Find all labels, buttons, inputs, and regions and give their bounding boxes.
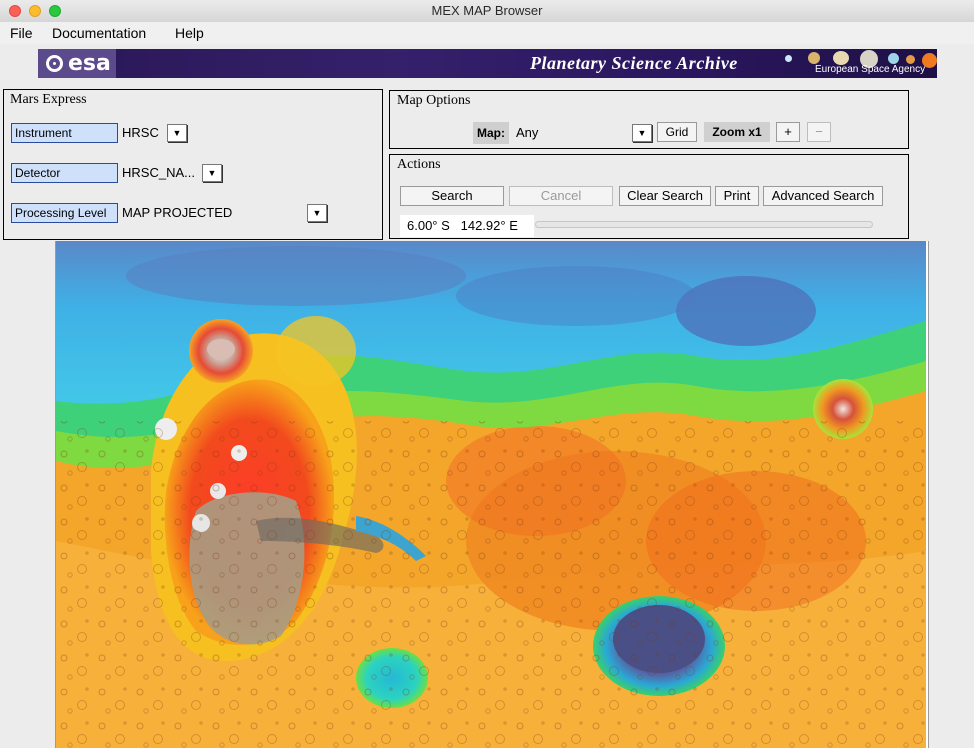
mission-panel-title: Mars Express xyxy=(10,92,87,107)
map-options-title: Map Options xyxy=(397,93,471,108)
menu-file[interactable]: File xyxy=(10,24,33,42)
planet-icon xyxy=(906,55,915,64)
tempe-terra xyxy=(276,316,356,386)
crater-texture xyxy=(56,421,926,748)
zoom-out-button[interactable]: − xyxy=(807,122,831,142)
instrument-label: Instrument xyxy=(11,123,118,143)
zoom-level-button[interactable]: Zoom x1 xyxy=(704,122,770,142)
coordinates-readout: 6.00° S 142.92° E xyxy=(400,215,534,237)
minimize-window-icon[interactable] xyxy=(29,5,41,17)
actions-title: Actions xyxy=(397,157,441,172)
polar-lowland xyxy=(126,246,466,306)
menu-documentation[interactable]: Documentation xyxy=(52,24,146,42)
window-title: MEX MAP Browser xyxy=(431,3,543,18)
instrument-value[interactable]: HRSC xyxy=(122,123,159,143)
esa-logo-text: esa xyxy=(68,51,111,76)
search-button[interactable]: Search xyxy=(400,186,504,206)
menu-bar: File Documentation Help xyxy=(0,22,974,44)
maximize-window-icon[interactable] xyxy=(49,5,61,17)
menu-help[interactable]: Help xyxy=(175,24,204,42)
cancel-button[interactable]: Cancel xyxy=(509,186,613,206)
utopia-basin xyxy=(676,276,816,346)
processing-level-dropdown-button[interactable]: ▼ xyxy=(307,204,327,222)
esa-logo: esa xyxy=(38,49,116,78)
detector-label: Detector xyxy=(11,163,118,183)
print-button[interactable]: Print xyxy=(715,186,759,206)
zoom-in-button[interactable]: + xyxy=(776,122,800,142)
triangle-down-icon: ▼ xyxy=(207,168,217,178)
progress-bar xyxy=(535,221,873,228)
instrument-dropdown-button[interactable]: ▼ xyxy=(167,124,187,142)
grid-button[interactable]: Grid xyxy=(657,122,697,142)
planet-icon xyxy=(808,52,820,64)
planet-icon xyxy=(888,53,899,64)
map-select-value[interactable]: Any xyxy=(516,123,538,143)
triangle-down-icon: ▼ xyxy=(172,128,182,138)
map-label: Map: xyxy=(473,122,509,144)
map-view[interactable] xyxy=(55,241,929,748)
mars-topography-map[interactable] xyxy=(56,241,926,748)
banner-title: Planetary Science Archive xyxy=(530,53,738,73)
processing-level-label: Processing Level xyxy=(11,203,118,223)
close-window-icon[interactable] xyxy=(9,5,21,17)
advanced-search-button[interactable]: Advanced Search xyxy=(763,186,883,206)
planet-icon xyxy=(785,55,792,62)
olympus-caldera xyxy=(207,339,235,359)
map-dropdown-button[interactable]: ▼ xyxy=(632,124,652,142)
esa-banner: esa Planetary Science Archive European S… xyxy=(38,49,937,78)
processing-level-value[interactable]: MAP PROJECTED xyxy=(122,203,232,223)
banner-agency: European Space Agency xyxy=(815,64,926,75)
actions-panel: Actions Search Cancel Clear Search Print… xyxy=(389,154,909,239)
triangle-down-icon: ▼ xyxy=(637,128,647,138)
planet-icon xyxy=(833,51,849,65)
detector-dropdown-button[interactable]: ▼ xyxy=(202,164,222,182)
map-options-panel: Map Options Map: Any ▼ Grid Zoom x1 + − xyxy=(389,90,909,149)
clear-search-button[interactable]: Clear Search xyxy=(619,186,711,206)
polar-lowland xyxy=(456,266,696,326)
title-bar: MEX MAP Browser xyxy=(0,0,974,23)
triangle-down-icon: ▼ xyxy=(312,208,322,218)
esa-mark-icon xyxy=(46,55,63,72)
detector-value[interactable]: HRSC_NA... xyxy=(122,163,195,183)
mission-panel: Mars Express Instrument HRSC ▼ Detector … xyxy=(3,89,383,240)
